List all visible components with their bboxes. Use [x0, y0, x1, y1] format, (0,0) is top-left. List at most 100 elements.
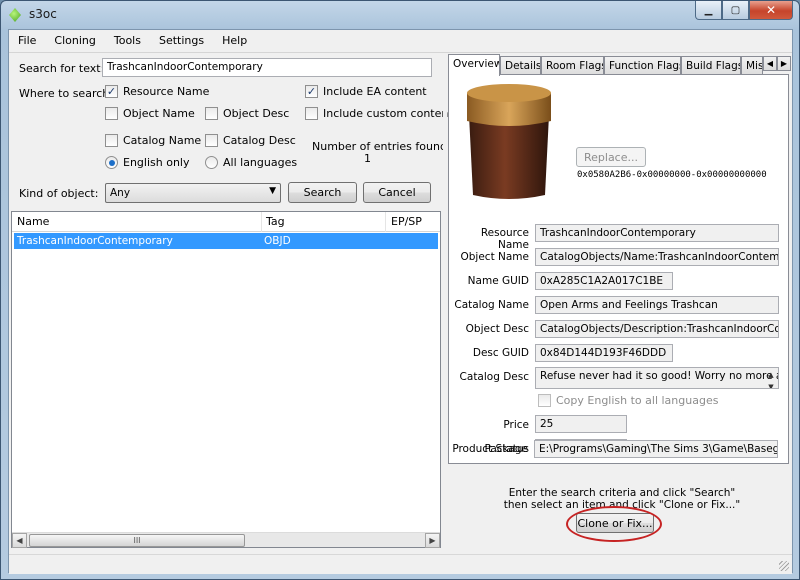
menu-settings[interactable]: Settings: [150, 30, 213, 52]
menu-cloning[interactable]: Cloning: [45, 30, 104, 52]
highlight-ring-annotation: [566, 506, 662, 542]
catalog-desc-field-label: Catalog Desc: [459, 371, 529, 383]
catalog-desc-field[interactable]: Refuse never had it so good! Worry no mo…: [535, 367, 779, 389]
tab-function-flags[interactable]: Function Flags: [604, 56, 681, 75]
name-guid-field[interactable]: 0xA285C1A2A017C1BE: [535, 272, 673, 290]
price-field[interactable]: 25: [535, 415, 627, 433]
minimize-button[interactable]: ▁: [695, 1, 722, 20]
catalog-name-field-label: Catalog Name: [454, 299, 529, 311]
catalog-desc-checkbox[interactable]: Catalog Desc: [205, 134, 296, 147]
title-bar[interactable]: s3oc ▁ ▢ ✕: [1, 1, 799, 29]
price-field-label: Price: [503, 419, 529, 431]
package-field[interactable]: E:\Programs\Gaming\The Sims 3\Game\Baseg…: [534, 440, 778, 458]
scroll-left-icon: ◀: [16, 536, 23, 545]
menu-help[interactable]: Help: [213, 30, 256, 52]
search-button[interactable]: Search: [288, 182, 357, 203]
row-tag-cell: OBJD: [264, 235, 291, 247]
checkbox-box: ✓: [105, 85, 118, 98]
column-separator[interactable]: [385, 212, 386, 232]
kind-of-object-label: Kind of object:: [19, 187, 99, 200]
replace-button[interactable]: Replace...: [576, 147, 646, 167]
checkbox-box: ✓: [305, 85, 318, 98]
dropdown-arrow-icon: ▼: [269, 186, 276, 196]
catalog-desc-label: Catalog Desc: [223, 134, 296, 147]
results-list[interactable]: Name Tag EP/SP TrashcanIndoorContemporar…: [11, 211, 441, 548]
scroll-left-button[interactable]: ◀: [12, 533, 27, 548]
s3oc-app-icon: [9, 8, 21, 22]
resource-name-checkbox[interactable]: ✓ Resource Name: [105, 85, 209, 98]
english-only-label: English only: [123, 156, 190, 169]
checkbox-box: [205, 134, 218, 147]
tab-room-flags[interactable]: Room Flags: [541, 56, 604, 75]
entries-found-label: Number of entries found:: [312, 140, 451, 153]
check-icon: ✓: [106, 85, 117, 98]
maximize-button[interactable]: ▢: [722, 1, 749, 20]
resource-name-field[interactable]: TrashcanIndoorContemporary: [535, 224, 779, 242]
close-button[interactable]: ✕: [749, 1, 793, 20]
menu-bar: File Cloning Tools Settings Help: [9, 30, 792, 52]
tab-scroll-right-button[interactable]: ▶: [777, 56, 791, 71]
column-header-tag[interactable]: Tag: [266, 215, 285, 228]
panel-splitter[interactable]: [443, 53, 447, 550]
catalog-desc-text: Refuse never had it so good! Worry no mo…: [540, 370, 778, 382]
scroll-grip-icon: III: [133, 536, 141, 545]
tab-build-flags[interactable]: Build Flags: [681, 56, 741, 75]
entries-found-count: 1: [364, 152, 371, 165]
resource-name-label: Resource Name: [123, 85, 210, 98]
tab-scroll-right-icon: ▶: [780, 59, 788, 68]
client-area: File Cloning Tools Settings Help Search …: [8, 29, 793, 574]
resize-grip-icon[interactable]: [779, 561, 789, 571]
scrollbar-thumb[interactable]: III: [29, 534, 245, 547]
scroll-up-icon[interactable]: ▲: [768, 369, 773, 381]
column-header-epsp[interactable]: EP/SP: [391, 215, 422, 228]
results-horizontal-scrollbar[interactable]: ◀ III ▶: [12, 532, 440, 548]
scroll-right-button[interactable]: ▶: [425, 533, 440, 548]
include-ea-label: Include EA content: [323, 85, 427, 98]
include-custom-label: Include custom content: [323, 107, 453, 120]
tab-scroll-left-button[interactable]: ◀: [763, 56, 777, 71]
column-header-name[interactable]: Name: [17, 215, 49, 228]
table-row[interactable]: TrashcanIndoorContemporary OBJD: [14, 233, 438, 249]
close-icon: ✕: [765, 3, 777, 17]
english-only-radio[interactable]: English only: [105, 156, 189, 169]
scroll-down-icon[interactable]: ▼: [768, 381, 773, 388]
status-bar: [9, 554, 792, 574]
all-languages-radio[interactable]: All languages: [205, 156, 297, 169]
include-custom-checkbox[interactable]: Include custom content: [305, 107, 453, 120]
catalog-name-field[interactable]: Open Arms and Feelings Trashcan: [535, 296, 779, 314]
object-desc-field[interactable]: CatalogObjects/Description:TrashcanIndoo…: [535, 320, 779, 338]
catalog-desc-scrollbar[interactable]: ▲ ▼: [765, 369, 777, 388]
scroll-right-icon: ▶: [429, 536, 436, 545]
include-ea-checkbox[interactable]: ✓ Include EA content: [305, 85, 427, 98]
cancel-button[interactable]: Cancel: [363, 182, 431, 203]
column-separator[interactable]: [261, 212, 262, 232]
object-name-field-label: Object Name: [460, 251, 529, 263]
copy-english-checkbox[interactable]: Copy English to all languages: [538, 394, 718, 407]
radio-box: [105, 156, 118, 169]
tab-misc[interactable]: Mis: [741, 56, 763, 75]
check-icon: ✓: [306, 85, 317, 98]
menu-tools[interactable]: Tools: [105, 30, 150, 52]
tab-details[interactable]: Details: [500, 56, 541, 75]
kind-of-object-select[interactable]: Any ▼: [105, 183, 281, 203]
results-list-header: Name Tag EP/SP: [12, 212, 440, 232]
object-desc-field-label: Object Desc: [465, 323, 529, 335]
copy-english-label: Copy English to all languages: [556, 394, 719, 407]
catalog-name-checkbox[interactable]: Catalog Name: [105, 134, 201, 147]
object-name-checkbox[interactable]: Object Name: [105, 107, 195, 120]
minimize-icon: ▁: [704, 4, 713, 16]
checkbox-box: [105, 134, 118, 147]
overview-tab-page: Replace... 0x0580A2B6-0x00000000-0x00000…: [448, 74, 789, 464]
menu-file[interactable]: File: [9, 30, 45, 52]
tab-overview[interactable]: Overview: [448, 54, 500, 76]
search-text-input[interactable]: TrashcanIndoorContemporary: [102, 58, 432, 77]
resource-name-field-label: Resource Name: [480, 227, 529, 251]
checkbox-box: [305, 107, 318, 120]
desc-guid-field[interactable]: 0x84D144D193F46DDD: [535, 344, 673, 362]
row-name-cell: TrashcanIndoorContemporary: [17, 235, 173, 247]
instructions-line-1: Enter the search criteria and click "Sea…: [508, 487, 736, 499]
radio-selected-icon: [108, 159, 115, 166]
object-desc-checkbox[interactable]: Object Desc: [205, 107, 289, 120]
all-languages-label: All languages: [223, 156, 298, 169]
object-name-field[interactable]: CatalogObjects/Name:TrashcanIndoorContem…: [535, 248, 779, 266]
